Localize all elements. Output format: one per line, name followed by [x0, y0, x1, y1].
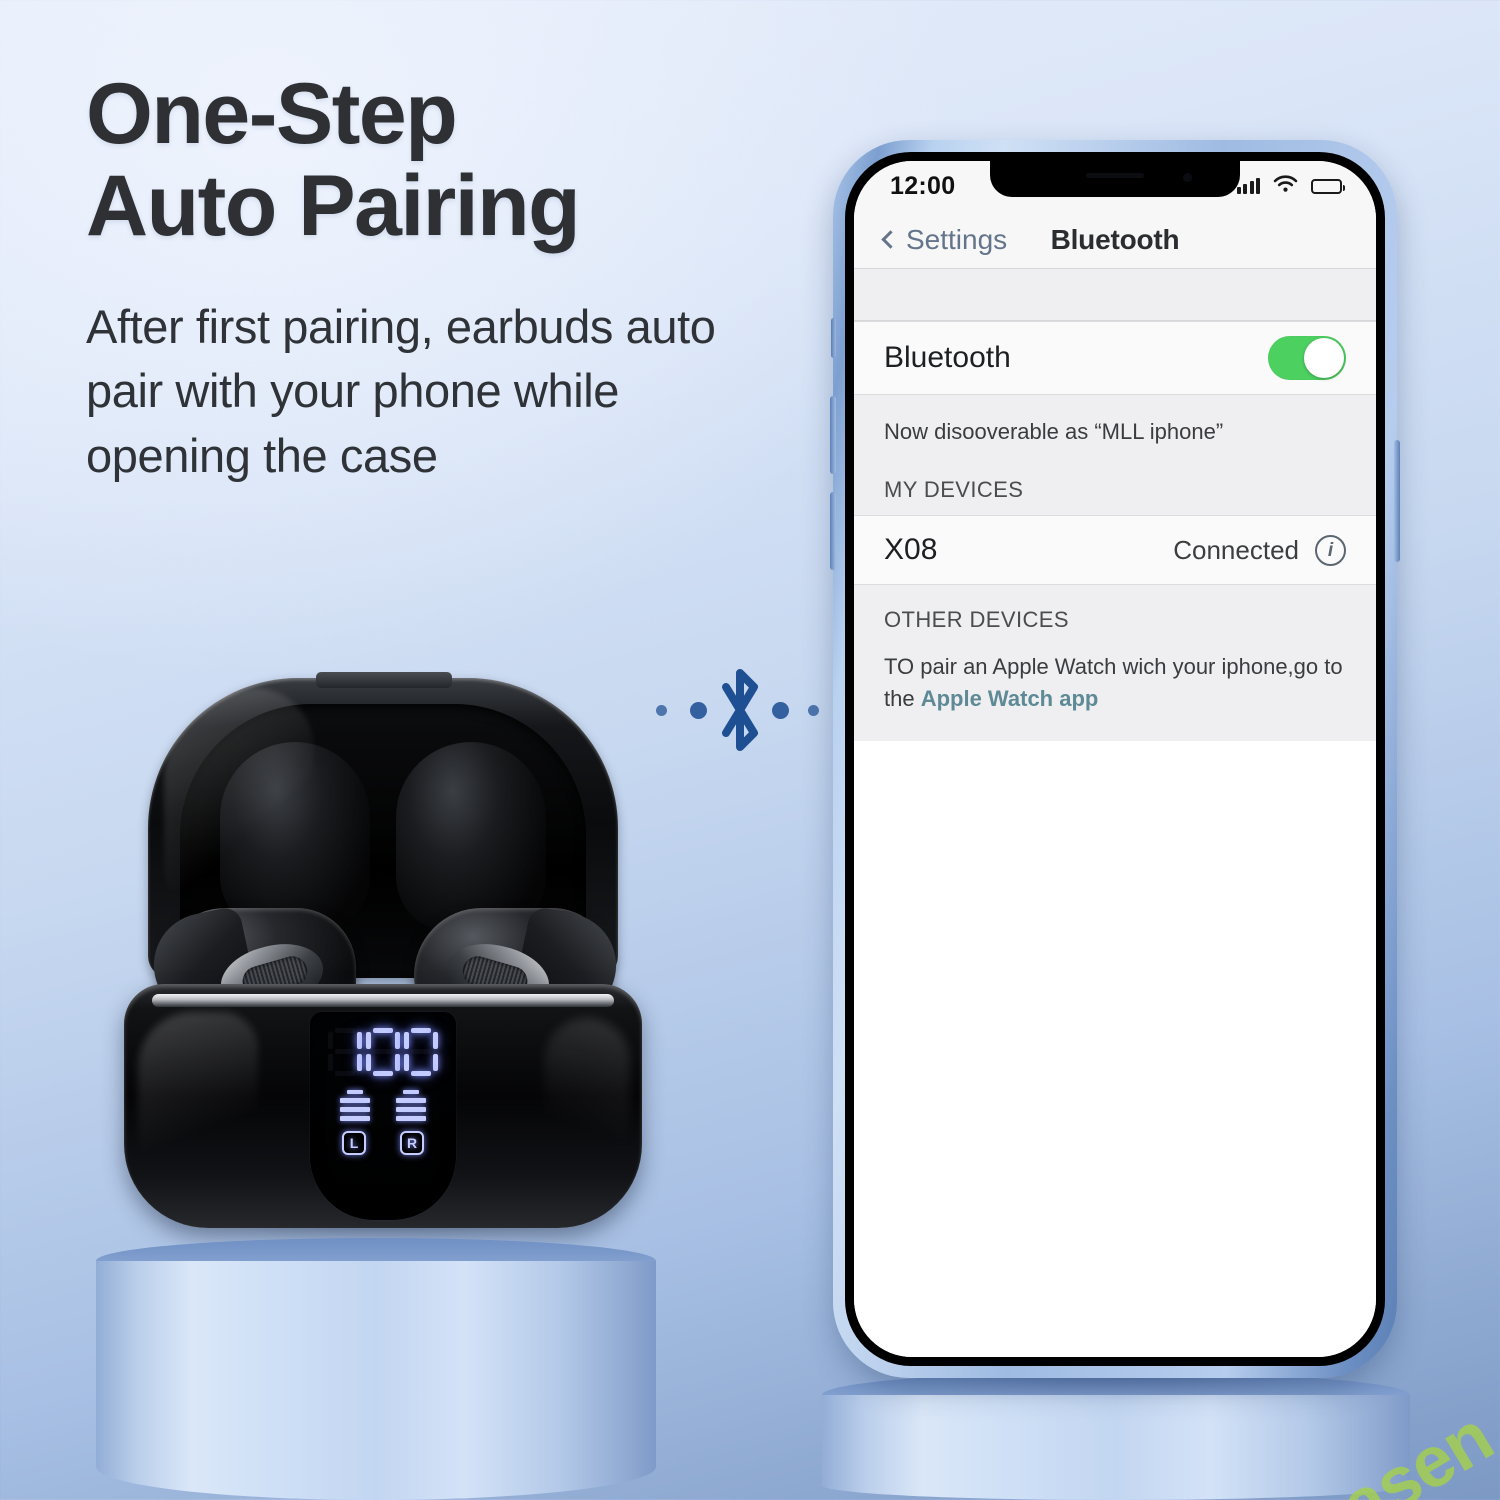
marketing-subcopy: After first pairing, earbuds auto pair w… — [86, 299, 716, 483]
discoverable-note: Now disooverable as “MLL iphone” — [854, 395, 1376, 455]
other-devices-section: OTHER DEVICES TO pair an Apple Watch wic… — [854, 585, 1376, 741]
signal-dot-icon — [772, 701, 789, 719]
pedestal-cylinder — [96, 1261, 656, 1500]
front-camera-icon — [1183, 173, 1192, 182]
base-highlight-right — [544, 1018, 630, 1198]
case-chrome-trim — [152, 994, 614, 1007]
phone-bezel: 12:00 Settings Bluetooth Bluetooth Now d… — [845, 152, 1385, 1366]
led-battery-display: L R — [310, 1012, 456, 1220]
page-title: One-Step Auto Pairing — [86, 71, 746, 255]
marketing-copy-block: One-Step Auto Pairing After first pairin… — [86, 71, 746, 489]
display-notch — [990, 161, 1240, 197]
info-icon[interactable]: i — [1315, 534, 1346, 566]
bluetooth-toggle-row[interactable]: Bluetooth — [854, 321, 1376, 395]
right-channel-label: R — [400, 1131, 424, 1155]
led-digit-hundreds — [328, 1028, 362, 1076]
back-button-label: Settings — [906, 223, 1008, 255]
case-base: L R — [124, 984, 642, 1228]
volume-up-button[interactable] — [830, 396, 836, 474]
signal-dot-icon — [656, 704, 667, 716]
table-row[interactable]: X08 Connected i — [854, 515, 1376, 585]
battery-icon — [1311, 178, 1345, 194]
wifi-icon — [1273, 174, 1298, 198]
signal-dot-icon — [690, 701, 707, 719]
earpiece-speaker-icon — [1086, 173, 1144, 178]
chevron-left-icon — [881, 230, 900, 249]
headline-line-1: One-Step — [86, 66, 458, 162]
led-digit-group — [328, 1028, 438, 1076]
led-digit-ones — [404, 1028, 438, 1076]
bluetooth-pairing-indicator — [648, 655, 828, 765]
phone-screen: 12:00 Settings Bluetooth Bluetooth Now d… — [854, 161, 1376, 1357]
status-bar-time: 12:00 — [890, 171, 956, 200]
empty-list-area — [854, 740, 1376, 1357]
earbud-socket-right — [396, 742, 546, 932]
bluetooth-icon — [710, 660, 770, 765]
apple-watch-app-link[interactable]: Apple Watch app — [921, 686, 1099, 711]
phone-frame: 12:00 Settings Bluetooth Bluetooth Now d… — [830, 140, 1400, 1378]
device-status: Connected — [1173, 534, 1299, 565]
toggle-knob — [1304, 338, 1344, 378]
headline-line-2: Auto Pairing — [86, 158, 581, 255]
power-button[interactable] — [1394, 440, 1400, 562]
apple-watch-help-text: TO pair an Apple Watch wich your iphone,… — [854, 645, 1376, 715]
mute-switch[interactable] — [831, 318, 836, 358]
bluetooth-toggle-switch[interactable] — [1268, 336, 1346, 380]
battery-bar-left — [340, 1090, 370, 1121]
left-channel-label: L — [342, 1131, 366, 1155]
volume-down-button[interactable] — [830, 492, 836, 570]
earbuds-charging-case: L R — [120, 672, 650, 1238]
back-to-settings-button[interactable]: Settings — [881, 223, 1008, 256]
my-devices-header: MY DEVICES — [854, 455, 1376, 515]
cellular-signal-icon — [1236, 178, 1260, 194]
battery-bar-right — [396, 1090, 426, 1121]
signal-dot-icon — [808, 704, 819, 716]
base-highlight-left — [138, 1012, 258, 1212]
led-battery-bars — [340, 1090, 426, 1121]
lid-highlight — [164, 688, 314, 918]
display-pedestal-left — [96, 1238, 656, 1500]
iphone-mockup: 12:00 Settings Bluetooth Bluetooth Now d… — [830, 140, 1400, 1392]
bluetooth-row-label: Bluetooth — [884, 341, 1011, 374]
led-digit-tens — [366, 1028, 400, 1076]
other-devices-header: OTHER DEVICES — [854, 585, 1376, 645]
case-hinge — [316, 672, 452, 688]
device-name: X08 — [884, 533, 938, 566]
list-top-spacer — [854, 269, 1376, 321]
pedestal-cylinder — [822, 1395, 1410, 1500]
screen-title: Bluetooth — [1050, 223, 1180, 255]
led-channel-labels: L R — [342, 1131, 424, 1155]
navigation-bar: Settings Bluetooth — [854, 211, 1376, 269]
